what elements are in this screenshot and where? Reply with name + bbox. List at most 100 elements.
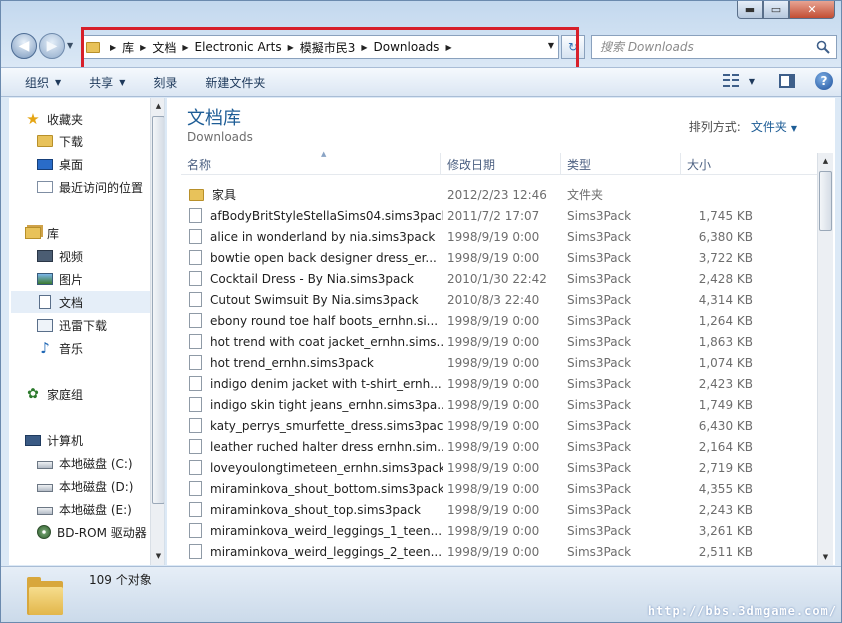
file-list-scrollbar[interactable]: ▲ ▼ [817, 153, 833, 565]
file-row[interactable]: miraminkova_shout_bottom.sims3pack 1998/9… [181, 478, 821, 499]
breadcrumb-item-sims3[interactable]: 模擬市民3 [300, 39, 356, 56]
sidebar-item-drive-c[interactable]: 本地磁盘 (C:) [37, 452, 133, 474]
file-date: 1998/9/19 0:00 [447, 376, 540, 391]
scroll-down-arrow[interactable]: ▼ [818, 549, 833, 565]
burn-button[interactable]: 刻录 [139, 74, 191, 91]
column-size[interactable]: 大小 [681, 153, 801, 175]
close-button[interactable]: ✕ [789, 1, 835, 19]
sidebar-item-videos[interactable]: 视频 [37, 245, 83, 267]
organize-label: 组织 [25, 75, 50, 90]
file-row[interactable]: miraminkova_weird_leggings_1_teen.... 199… [181, 520, 821, 541]
back-button[interactable]: ◀ [11, 33, 37, 59]
address-history-dropdown[interactable]: ▼ [548, 41, 554, 50]
recent-pages-dropdown[interactable]: ▼ [67, 41, 73, 50]
sidebar-item-libraries[interactable]: 库 [25, 222, 59, 244]
file-type: Sims3Pack [567, 313, 632, 328]
preview-pane-icon[interactable] [779, 74, 795, 88]
scroll-thumb[interactable] [819, 171, 832, 231]
file-date: 1998/9/19 0:00 [447, 250, 540, 265]
arrange-value: 文件夹 [750, 120, 787, 134]
sidebar-item-recent[interactable]: 最近访问的位置 [37, 176, 143, 198]
chevron-down-icon[interactable]: ▼ [749, 77, 755, 86]
column-type[interactable]: 类型 [561, 153, 681, 175]
sidebar-item-downloads[interactable]: 下载 [37, 130, 83, 152]
chevron-right-icon[interactable]: ▶ [110, 43, 116, 52]
file-type: Sims3Pack [567, 229, 632, 244]
file-row[interactable]: miraminkova_weird_leggings_2_teen.... 199… [181, 541, 821, 562]
file-type: Sims3Pack [567, 523, 632, 538]
file-date: 2012/2/23 12:46 [447, 187, 547, 202]
chevron-right-icon[interactable]: ▶ [361, 43, 367, 52]
refresh-button[interactable]: ↻ [561, 35, 585, 59]
file-row[interactable]: hot trend_ernhn.sims3pack 1998/9/19 0:00 S… [181, 352, 821, 373]
search-input[interactable] [600, 40, 810, 54]
file-row[interactable]: leather ruched halter dress ernhn.sim...… [181, 436, 821, 457]
sidebar-item-computer[interactable]: 计算机 [25, 429, 83, 451]
file-row[interactable]: ebony round toe half boots_ernhn.si... 19… [181, 310, 821, 331]
navigation-scrollbar[interactable]: ▲ ▼ [150, 98, 164, 565]
sidebar-item-drive-e[interactable]: 本地磁盘 (E:) [37, 498, 132, 520]
sidebar-item-xunlei[interactable]: 迅雷下载 [37, 314, 107, 336]
maximize-button[interactable]: ▭ [763, 1, 789, 19]
breadcrumb-item-electronic-arts[interactable]: Electronic Arts [195, 40, 282, 54]
help-icon[interactable]: ? [815, 72, 833, 90]
share-label: 共享 [89, 75, 114, 90]
breadcrumb-item-downloads[interactable]: Downloads [374, 40, 440, 54]
file-size: 2,164 KB [698, 439, 753, 454]
scroll-up-arrow[interactable]: ▲ [151, 98, 164, 114]
chevron-right-icon[interactable]: ▶ [445, 43, 451, 52]
file-name: miraminkova_weird_leggings_1_teen.... [189, 520, 443, 541]
sidebar-item-desktop[interactable]: 桌面 [37, 153, 83, 175]
file-row[interactable]: bowtie open back designer dress_er... 199… [181, 247, 821, 268]
sidebar-item-bdrom[interactable]: BD-ROM 驱动器 [37, 521, 147, 543]
chevron-right-icon[interactable]: ▶ [140, 43, 146, 52]
column-date[interactable]: 修改日期 [441, 153, 561, 175]
breadcrumb-item-documents[interactable]: 文档 [152, 39, 176, 56]
file-name-text: miraminkova_weird_leggings_2_teen.... [210, 544, 443, 559]
file-row[interactable]: loveyoulongtimeteen_ernhn.sims3pack 1998/… [181, 457, 821, 478]
homegroup-icon: ✿ [27, 386, 39, 402]
chevron-right-icon[interactable]: ▶ [182, 43, 188, 52]
share-button[interactable]: 共享 ▼ [75, 74, 139, 91]
file-name-text: miraminkova_shout_top.sims3pack [210, 502, 421, 517]
file-row[interactable]: hot trend with coat jacket_ernhn.sims...… [181, 331, 821, 352]
file-row[interactable]: Cocktail Dress - By Nia.sims3pack 2010/1/… [181, 268, 821, 289]
sidebar-item-music[interactable]: ♪ 音乐 [37, 337, 83, 359]
forward-button[interactable]: ▶ [39, 33, 65, 59]
search-box[interactable] [591, 35, 837, 59]
file-size: 4,355 KB [698, 481, 753, 496]
sidebar-item-drive-d[interactable]: 本地磁盘 (D:) [37, 475, 133, 497]
chevron-right-icon[interactable]: ▶ [288, 43, 294, 52]
item-count: 109 个对象 [89, 573, 152, 587]
sidebar-item-favorites[interactable]: ★ 收藏夹 [25, 108, 83, 130]
minimize-button[interactable]: ▬ [737, 1, 763, 19]
sidebar-item-documents[interactable]: 文档 [11, 291, 153, 313]
library-title: 文档库 [187, 108, 241, 129]
organize-button[interactable]: 组织 ▼ [1, 74, 75, 91]
folder-row[interactable]: 家具 2012/2/23 12:46 文件夹 [181, 184, 821, 205]
sidebar-item-homegroup[interactable]: ✿ 家庭组 [25, 383, 83, 405]
scroll-thumb[interactable] [152, 116, 164, 504]
file-row[interactable]: indigo denim jacket with t-shirt_ernh...… [181, 373, 821, 394]
sidebar-item-pictures[interactable]: 图片 [37, 268, 83, 290]
watermark: http://bbs.3dmgame.com/ [647, 604, 837, 618]
address-bar[interactable]: ▶ 库 ▶ 文档 ▶ Electronic Arts ▶ 模擬市民3 ▶ Dow… [81, 35, 559, 59]
file-row[interactable]: katy_perrys_smurfette_dress.sims3pack 199… [181, 415, 821, 436]
new-folder-button[interactable]: 新建文件夹 [191, 74, 279, 91]
search-icon[interactable] [816, 40, 830, 54]
file-row[interactable]: afBodyBritStyleStellaSims04.sims3pack 201… [181, 205, 821, 226]
scroll-down-arrow[interactable]: ▼ [151, 548, 164, 564]
view-options-icon[interactable] [722, 74, 739, 88]
file-date: 1998/9/19 0:00 [447, 439, 540, 454]
file-name: Cocktail Dress - By Nia.sims3pack [189, 268, 443, 289]
file-row[interactable]: indigo skin tight jeans_ernhn.sims3pa...… [181, 394, 821, 415]
column-name[interactable]: 名称 [181, 153, 441, 175]
file-row[interactable]: Cutout Swimsuit By Nia.sims3pack 2010/8/3… [181, 289, 821, 310]
arrange-by-dropdown[interactable]: 文件夹 ▼ [751, 118, 797, 135]
breadcrumb-item-library[interactable]: 库 [122, 39, 134, 56]
file-row[interactable]: miraminkova_shout_top.sims3pack 1998/9/19… [181, 499, 821, 520]
refresh-icon: ↻ [567, 40, 579, 54]
desktop-icon [37, 158, 53, 170]
file-row[interactable]: alice in wonderland by nia.sims3pack 1998… [181, 226, 821, 247]
scroll-up-arrow[interactable]: ▲ [818, 153, 833, 169]
